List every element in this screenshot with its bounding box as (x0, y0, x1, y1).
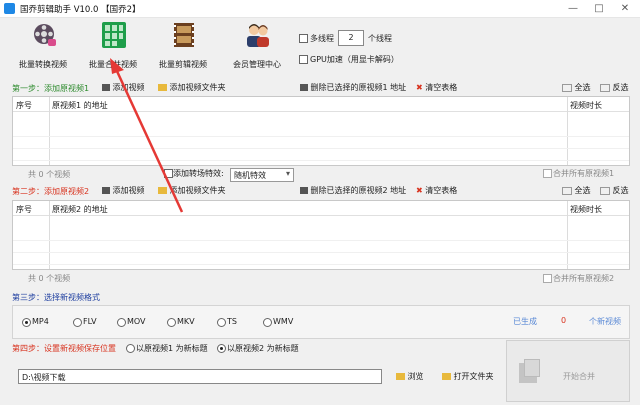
annotation-arrow (110, 58, 184, 213)
arrow-shaft (114, 68, 184, 213)
arrow-head (110, 58, 124, 74)
